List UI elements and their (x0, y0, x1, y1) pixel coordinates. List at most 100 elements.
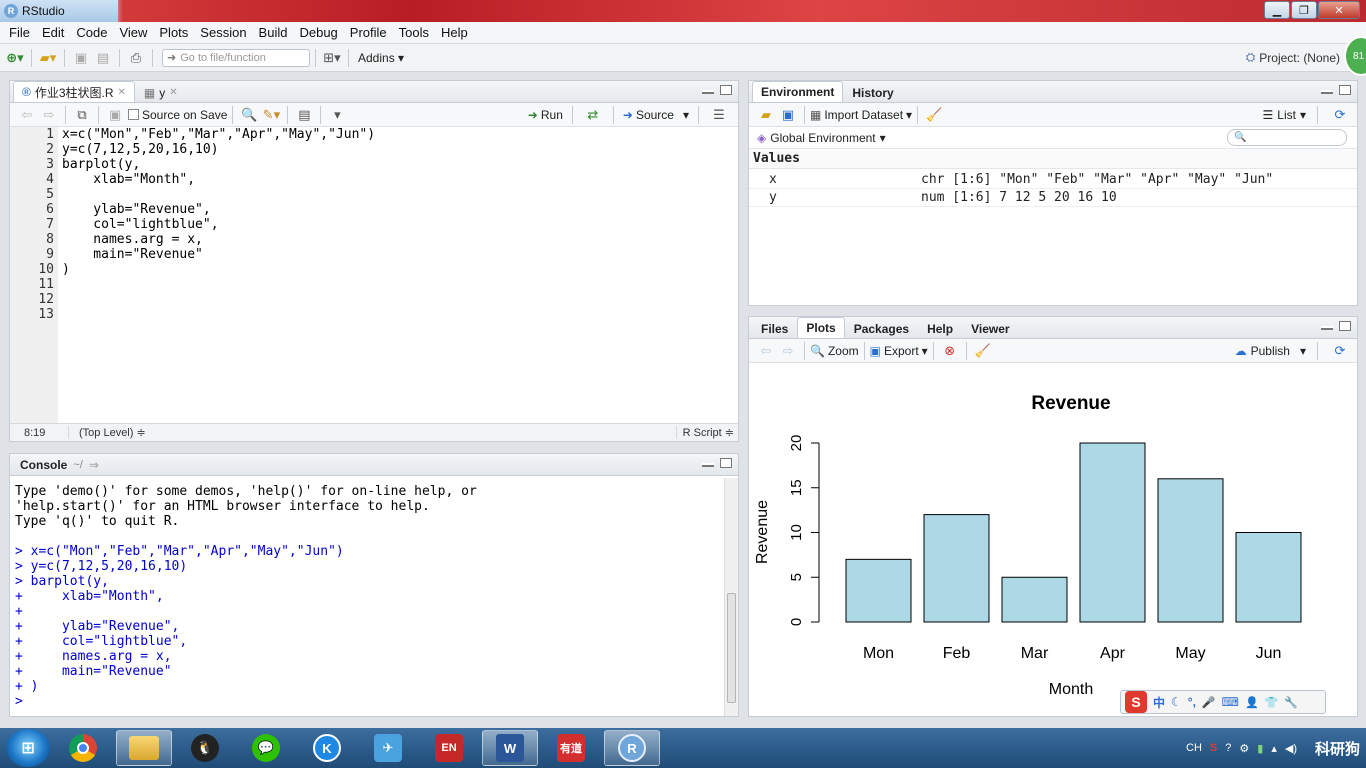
source-button[interactable]: ➜ Source ▾ (623, 108, 689, 122)
sogou-tray-icon[interactable]: S (1210, 742, 1217, 754)
ime-moon-icon[interactable]: ☾ (1171, 695, 1182, 709)
load-workspace-icon[interactable]: ▰ (755, 105, 777, 125)
help-tray-icon[interactable]: ? (1225, 742, 1231, 754)
code-line[interactable]: xlab="Month", (62, 172, 375, 187)
more-options-icon[interactable]: ▾ (326, 105, 348, 125)
env-row-x[interactable]: x chr [1:6] "Mon" "Feb" "Mar" "Apr" "May… (749, 171, 1357, 189)
tab-data-y[interactable]: ▦ y ✕ (135, 82, 187, 102)
taskbar-qq[interactable]: 🐧 (177, 730, 233, 766)
maximize-pane-icon[interactable] (720, 458, 732, 468)
code-line[interactable]: ) (62, 262, 375, 277)
taskbar-kugou[interactable]: K (299, 730, 355, 766)
menu-plots[interactable]: Plots (153, 25, 194, 40)
project-menu[interactable]: ⛭ Project: (None) (1246, 50, 1340, 65)
minimize-pane-icon[interactable] (1321, 326, 1333, 330)
forward-icon[interactable]: ⇨ (38, 105, 60, 125)
tab-viewer[interactable]: Viewer (962, 318, 1018, 338)
tab-environment[interactable]: Environment (752, 81, 844, 102)
maximize-pane-icon[interactable] (720, 85, 732, 95)
code-line[interactable] (62, 277, 375, 292)
taskbar-chrome[interactable] (55, 730, 111, 766)
ime-microphone-icon[interactable]: 🎤 (1202, 696, 1216, 709)
previous-plot-icon[interactable]: ⇦ (755, 341, 777, 361)
ime-keyboard-icon[interactable]: ⌨ (1222, 695, 1239, 709)
console-prompt[interactable]: > (15, 694, 724, 709)
minimize-pane-icon[interactable] (1321, 90, 1333, 94)
clear-plots-broom-icon[interactable]: 🧹 (972, 341, 994, 361)
code-line[interactable] (62, 307, 375, 322)
taskbar-word[interactable]: W (482, 730, 538, 766)
document-outline-icon[interactable]: ☰ (708, 105, 730, 125)
windows-start-button[interactable]: ⊞ (6, 729, 50, 767)
menu-profile[interactable]: Profile (344, 25, 393, 40)
ime-skin-icon[interactable]: 👕 (1265, 696, 1279, 709)
code-line[interactable]: barplot(y, (62, 157, 375, 172)
go-to-file-input[interactable]: ➜ Go to file/function (162, 48, 310, 67)
menu-file[interactable]: File (3, 25, 36, 40)
pane-layout-icon[interactable]: ⊞▾ (321, 48, 343, 68)
input-language[interactable]: CH (1186, 742, 1202, 754)
source-on-save-checkbox[interactable] (128, 109, 139, 120)
maximize-pane-icon[interactable] (1339, 321, 1351, 331)
file-type-selector[interactable]: R Script ≑ (675, 426, 734, 439)
code-line[interactable]: ylab="Revenue", (62, 202, 375, 217)
sogou-logo-icon[interactable]: S (1125, 691, 1147, 713)
close-tab-icon[interactable]: ✕ (118, 87, 126, 98)
menu-help[interactable]: Help (435, 25, 474, 40)
run-button[interactable]: ➜ Run (528, 108, 563, 122)
close-window-button[interactable]: ✕ (1318, 1, 1360, 19)
battery-icon[interactable]: ▮ (1257, 742, 1263, 755)
code-tools-wand-icon[interactable]: ✎▾ (260, 105, 282, 125)
ime-punctuation-icon[interactable]: °, (1188, 695, 1196, 709)
taskbar-rstudio[interactable]: R (604, 730, 660, 766)
tab-plots[interactable]: Plots (797, 317, 845, 338)
menu-debug[interactable]: Debug (293, 25, 343, 40)
code-line[interactable]: y=c(7,12,5,20,16,10) (62, 142, 375, 157)
ime-user-icon[interactable]: 👤 (1245, 696, 1259, 709)
new-file-icon[interactable]: ⊕▾ (4, 48, 26, 68)
save-file-icon[interactable]: ▣ (104, 105, 126, 125)
list-view-selector[interactable]: ☰ List ▾ (1263, 108, 1306, 122)
minimize-pane-icon[interactable] (702, 463, 714, 467)
tab-files[interactable]: Files (752, 318, 797, 338)
zoom-button[interactable]: 🔍 Zoom (810, 344, 859, 358)
open-file-icon[interactable]: ▰▾ (37, 48, 59, 68)
ime-settings-wrench-icon[interactable]: 🔧 (1284, 696, 1298, 709)
import-dataset-button[interactable]: ▦ Import Dataset ▾ (810, 108, 912, 122)
menu-code[interactable]: Code (70, 25, 113, 40)
code-text[interactable]: x=c("Mon","Feb","Mar","Apr","May","Jun")… (58, 127, 375, 423)
refresh-icon[interactable]: ⟳ (1329, 105, 1351, 125)
next-plot-icon[interactable]: ⇨ (777, 341, 799, 361)
minimize-pane-icon[interactable] (702, 90, 714, 94)
scrollbar-thumb[interactable] (727, 593, 736, 703)
search-icon[interactable]: 🔍 (238, 105, 260, 125)
save-all-icon[interactable]: ▤ (92, 48, 114, 68)
addins-menu[interactable]: Addins ▾ (358, 51, 404, 65)
maximize-window-button[interactable]: ❐ (1291, 1, 1317, 19)
console-scrollbar[interactable] (724, 478, 738, 716)
menu-view[interactable]: View (113, 25, 153, 40)
remove-plot-icon[interactable]: ⊗ (939, 341, 961, 361)
code-line[interactable]: names.arg = x, (62, 232, 375, 247)
taskbar-youdao[interactable]: 有道 (543, 730, 599, 766)
volume-icon[interactable]: ◀) (1285, 742, 1297, 755)
taskbar-explorer[interactable] (116, 730, 172, 766)
env-row-y[interactable]: y num [1:6] 7 12 5 20 16 10 (749, 189, 1357, 207)
close-tab-icon[interactable]: ✕ (169, 87, 177, 98)
export-button[interactable]: ▣ Export ▾ (870, 344, 928, 358)
tab-help[interactable]: Help (918, 318, 962, 338)
console-title[interactable]: Console (20, 458, 67, 472)
code-line[interactable]: col="lightblue", (62, 217, 375, 232)
show-in-window-icon[interactable]: ⧉ (71, 105, 93, 125)
clear-broom-icon[interactable]: 🧹 (923, 105, 945, 125)
back-icon[interactable]: ⇦ (16, 105, 38, 125)
tab-history[interactable]: History (843, 82, 902, 102)
code-line[interactable] (62, 187, 375, 202)
save-workspace-icon[interactable]: ▣ (777, 105, 799, 125)
tab-packages[interactable]: Packages (845, 318, 918, 338)
global-environment-selector[interactable]: ◈ Global Environment ▾ (757, 131, 886, 145)
save-icon[interactable]: ▣ (70, 48, 92, 68)
taskbar-feige[interactable]: ✈ (360, 730, 416, 766)
ime-chinese-mode[interactable]: 中 (1153, 694, 1165, 711)
minimize-window-button[interactable]: ▁ (1264, 1, 1290, 19)
